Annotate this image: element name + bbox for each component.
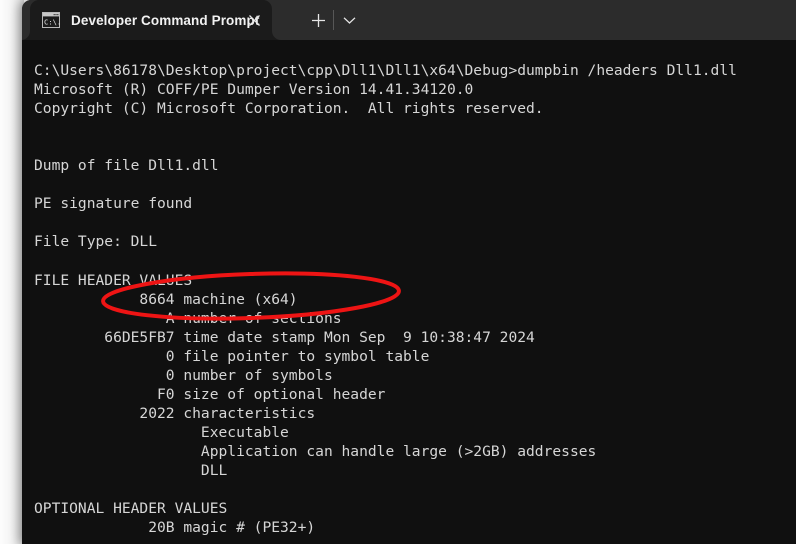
tab-left-fillet xyxy=(22,31,30,40)
close-icon[interactable] xyxy=(244,10,264,30)
terminal-output-area[interactable]: C:\Users\86178\Desktop\project\cpp\Dll1\… xyxy=(22,40,796,544)
tab-right-fillet xyxy=(272,31,281,40)
new-tab-button[interactable] xyxy=(307,10,329,31)
titlebar: C:\. Developer Command Prompt xyxy=(22,0,796,40)
plus-icon xyxy=(311,14,325,27)
command-prompt-icon: C:\. xyxy=(42,12,60,28)
tab-developer-command-prompt[interactable]: C:\. Developer Command Prompt xyxy=(22,0,281,40)
screenshot-root: C:\. Developer Command Prompt C:\Users\8… xyxy=(0,0,796,544)
tab-dropdown-button[interactable] xyxy=(338,10,360,31)
terminal-window: C:\. Developer Command Prompt C:\Users\8… xyxy=(22,0,796,544)
desktop-background xyxy=(0,0,24,544)
chevron-down-icon xyxy=(343,17,355,24)
tabbar-divider xyxy=(333,10,334,30)
close-glyph xyxy=(248,14,260,26)
tab-title: Developer Command Prompt xyxy=(71,12,260,28)
terminal-text: C:\Users\86178\Desktop\project\cpp\Dll1\… xyxy=(34,62,737,537)
svg-text:C:\.: C:\. xyxy=(44,18,60,27)
